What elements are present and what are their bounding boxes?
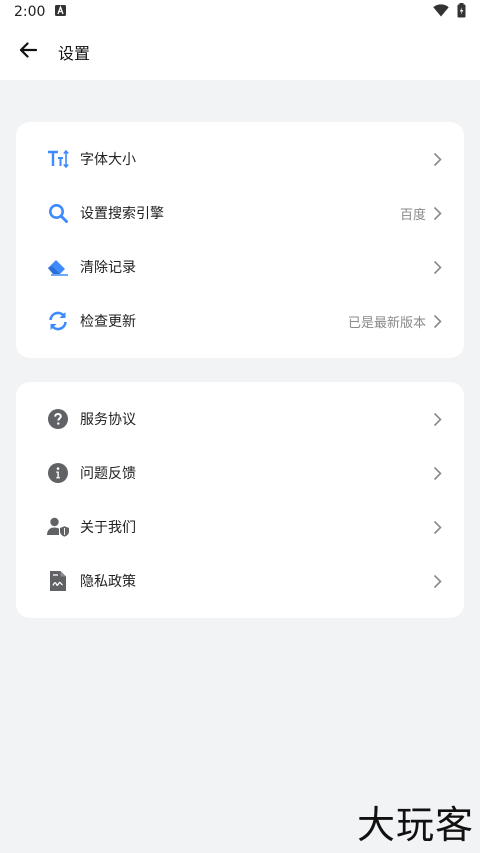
setting-row-feedback[interactable]: 问题反馈	[16, 446, 464, 500]
question-icon	[46, 407, 70, 431]
setting-label: 检查更新	[80, 314, 136, 330]
setting-row-font-size[interactable]: 字体大小	[16, 132, 464, 186]
search-icon	[46, 201, 70, 225]
setting-row-search-engine[interactable]: 设置搜索引擎 百度	[16, 186, 464, 240]
chevron-right-icon	[430, 411, 444, 427]
chevron-right-icon	[430, 205, 444, 221]
setting-row-check-update[interactable]: 检查更新 已是最新版本	[16, 294, 464, 348]
status-time: 2:00	[14, 4, 46, 20]
arrow-left-icon	[19, 42, 38, 62]
app-bar: 设置	[0, 24, 480, 80]
chevron-right-icon	[430, 573, 444, 589]
chevron-right-icon	[430, 465, 444, 481]
chevron-right-icon	[430, 151, 444, 167]
refresh-icon	[46, 309, 70, 333]
setting-value: 已是最新版本	[347, 315, 426, 331]
setting-label: 清除记录	[80, 260, 136, 276]
wifi-icon	[433, 3, 449, 21]
setting-label: 隐私政策	[80, 574, 136, 590]
setting-row-about-us[interactable]: 关于我们	[16, 500, 464, 554]
setting-label: 设置搜索引擎	[80, 206, 164, 222]
chevron-right-icon	[430, 313, 444, 329]
watermark-logo: 大玩客	[356, 803, 474, 847]
font-size-icon	[46, 147, 70, 171]
notification-a-icon	[55, 4, 67, 20]
chevron-right-icon	[430, 259, 444, 275]
chevron-right-icon	[430, 519, 444, 535]
settings-group-about: 服务协议 问题反馈 关于我们 隐私政策	[16, 382, 464, 618]
page-title: 设置	[58, 44, 91, 63]
battery-icon	[457, 2, 466, 22]
eraser-icon	[46, 255, 70, 279]
user-shield-icon	[46, 515, 70, 539]
setting-row-privacy-policy[interactable]: 隐私政策	[16, 554, 464, 608]
setting-label: 字体大小	[80, 152, 136, 168]
setting-row-service-agreement[interactable]: 服务协议	[16, 392, 464, 446]
info-icon	[46, 461, 70, 485]
setting-label: 问题反馈	[80, 466, 136, 482]
setting-label: 关于我们	[80, 520, 136, 536]
setting-label: 服务协议	[80, 412, 136, 428]
setting-value: 百度	[399, 207, 426, 223]
setting-row-clear-history[interactable]: 清除记录	[16, 240, 464, 294]
status-bar: 2:00	[0, 0, 480, 24]
back-button[interactable]	[0, 24, 56, 80]
document-icon	[46, 569, 70, 593]
settings-group-general: 字体大小 设置搜索引擎 百度 清除记录 检查更新 已是最新版本	[16, 122, 464, 358]
